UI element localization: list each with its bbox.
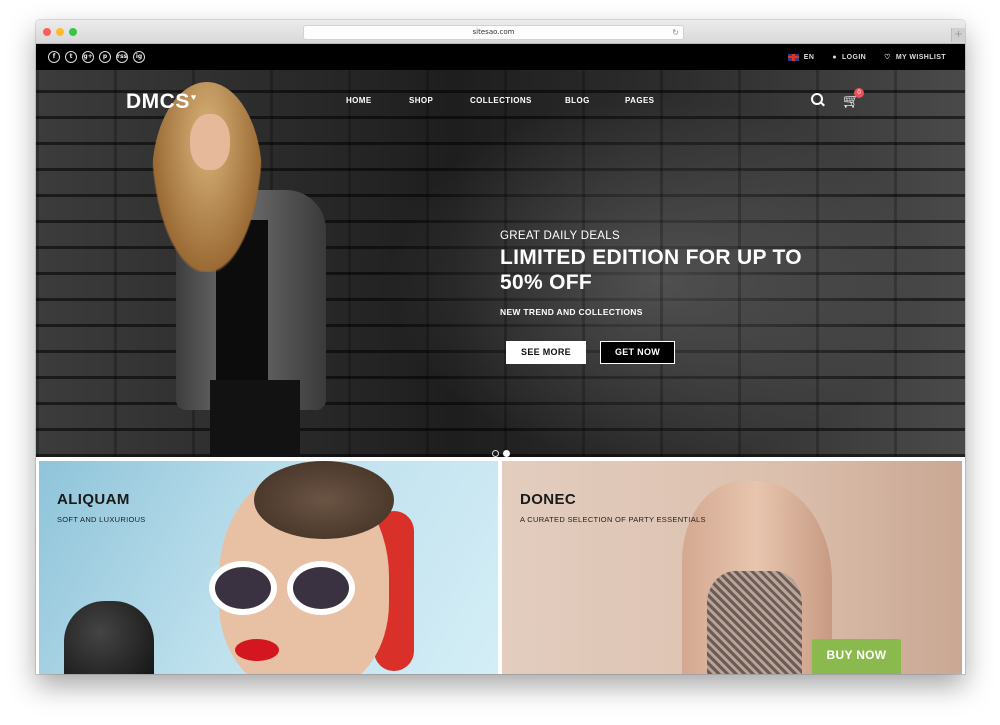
facebook-icon[interactable]: f — [48, 51, 60, 63]
search-icon[interactable] — [811, 93, 825, 107]
language-label: EN — [803, 53, 815, 61]
close-window-button[interactable] — [43, 28, 51, 36]
promo-title: ALIQUAM — [57, 491, 130, 508]
language-selector[interactable]: EN — [787, 53, 815, 61]
user-icon: ● — [832, 53, 837, 61]
heart-icon: ♡ — [884, 54, 891, 61]
promo-banner-donec[interactable]: DONEC A CURATED SELECTION OF PARTY ESSEN… — [502, 461, 962, 674]
hero-caption: GREAT DAILY DEALS LIMITED EDITION FOR UP… — [500, 230, 820, 317]
minimize-window-button[interactable] — [56, 28, 64, 36]
cart-count-badge: 0 — [854, 88, 864, 98]
hero-headline: LIMITED EDITION FOR UP TO 50% OFF — [500, 246, 802, 294]
login-label: LOGIN — [841, 53, 867, 61]
browser-window: sitesao.com ↻ + f t g+ p rss ig EN ● LOG… — [36, 20, 965, 674]
promo-banner-aliquam[interactable]: ALIQUAM SOFT AND LUXURIOUS — [39, 461, 498, 674]
site-logo[interactable]: DMCS♥ — [126, 90, 197, 114]
sunglasses-image — [209, 561, 379, 621]
nav-item-blog[interactable]: BLOG — [565, 96, 625, 105]
browser-titlebar: sitesao.com ↻ + — [36, 20, 965, 44]
diamond-heart-icon: ♥ — [190, 92, 197, 102]
logo-text: DMCS — [126, 90, 190, 113]
get-now-button[interactable]: GET NOW — [600, 341, 675, 364]
uk-flag-icon — [787, 53, 799, 61]
nav-item-collections[interactable]: COLLECTIONS — [470, 96, 565, 105]
pinterest-icon[interactable]: p — [99, 51, 111, 63]
login-link[interactable]: ● LOGIN — [832, 54, 866, 61]
wishlist-link[interactable]: ♡ MY WISHLIST — [884, 53, 946, 62]
rss-icon[interactable]: rss — [116, 51, 128, 63]
google-plus-icon[interactable]: g+ — [82, 51, 94, 63]
see-more-button[interactable]: SEE MORE — [506, 341, 586, 364]
social-links: f t g+ p rss ig — [48, 51, 145, 63]
nav-item-home[interactable]: HOME — [346, 96, 409, 105]
address-bar[interactable]: sitesao.com ↻ — [303, 25, 684, 40]
nav-icons: 🛒 0 — [811, 88, 864, 109]
main-nav: HOME SHOP COLLECTIONS BLOG PAGES — [346, 96, 654, 105]
top-bar: f t g+ p rss ig EN ● LOGIN ♡ MY WISHLIST — [36, 44, 965, 70]
instagram-icon[interactable]: ig — [133, 51, 145, 63]
hero-model-image — [146, 80, 356, 457]
cart-button[interactable]: 🛒 0 — [843, 88, 864, 109]
hero-kicker: GREAT DAILY DEALS — [500, 230, 620, 242]
new-tab-button[interactable]: + — [951, 28, 965, 42]
top-links: EN ● LOGIN ♡ MY WISHLIST — [787, 44, 946, 70]
promo-subtitle: A CURATED SELECTION OF PARTY ESSENTIALS — [520, 515, 706, 524]
nav-item-shop[interactable]: SHOP — [409, 96, 470, 105]
url-text: sitesao.com — [472, 28, 515, 36]
hero-subheadline: NEW TREND AND COLLECTIONS — [500, 307, 643, 317]
promo-title: DONEC — [520, 491, 577, 508]
slider-pagination — [492, 450, 510, 457]
promo-subtitle: SOFT AND LUXURIOUS — [57, 515, 146, 524]
zoom-window-button[interactable] — [69, 28, 77, 36]
wishlist-label: MY WISHLIST — [895, 53, 946, 61]
reload-icon[interactable]: ↻ — [672, 26, 679, 39]
hero-slider: DMCS♥ HOME SHOP COLLECTIONS BLOG PAGES 🛒… — [36, 70, 965, 457]
slide-dot-1[interactable] — [492, 450, 499, 457]
nav-item-pages[interactable]: PAGES — [625, 96, 654, 105]
buy-now-button[interactable]: BUY NOW — [812, 639, 901, 674]
slide-dot-2[interactable] — [503, 450, 510, 457]
twitter-icon[interactable]: t — [65, 51, 77, 63]
boxing-glove-image — [64, 601, 154, 674]
